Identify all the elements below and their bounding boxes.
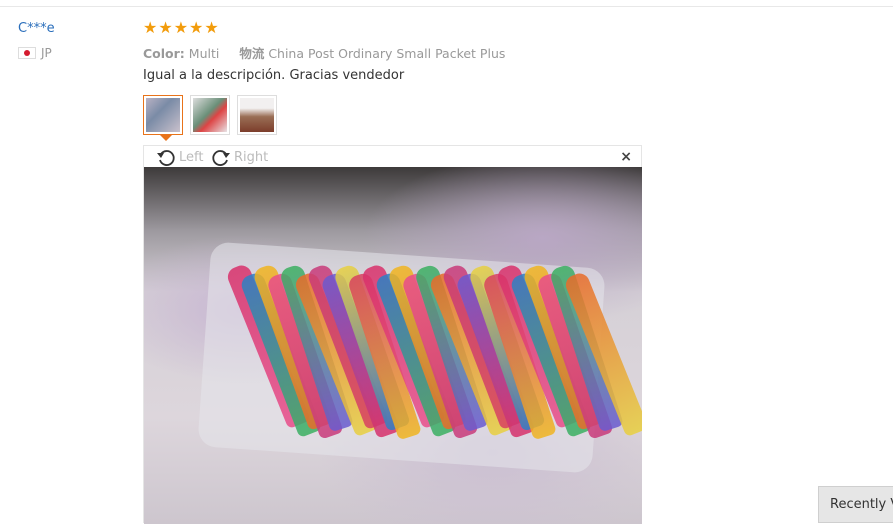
- rotate-left-icon: [157, 150, 175, 166]
- review-photo: [144, 167, 642, 524]
- image-viewer: Left Right ×: [143, 145, 642, 524]
- japan-flag-icon: [18, 47, 36, 59]
- star-icon: ★: [189, 18, 204, 37]
- viewer-toolbar: Left Right ×: [144, 146, 641, 167]
- recently-viewed-button[interactable]: Recently V: [818, 486, 893, 523]
- color-value: Multi: [188, 46, 220, 61]
- rotate-right-icon: [212, 150, 230, 166]
- reviewer-name-link[interactable]: C***e: [18, 21, 55, 36]
- close-icon[interactable]: ×: [620, 149, 632, 165]
- rotate-left-button[interactable]: Left: [155, 147, 203, 167]
- rotate-right-label: Right: [234, 149, 269, 165]
- rotate-left-label: Left: [179, 149, 204, 165]
- thumbnail-1[interactable]: [143, 95, 183, 135]
- reviewer-country: JP: [18, 46, 52, 60]
- star-icon: ★: [143, 18, 158, 37]
- star-icon: ★: [204, 18, 219, 37]
- review-text: Igual a la descripción. Gracias vendedor: [143, 68, 405, 83]
- review-thumbnails: [143, 95, 277, 135]
- color-label: Color:: [143, 46, 185, 61]
- thumbnail-2[interactable]: [190, 95, 230, 135]
- order-attributes: Color: Multi 物流 China Post Ordinary Smal…: [143, 43, 505, 62]
- star-icon: ★: [173, 18, 189, 37]
- rotate-right-button[interactable]: Right: [210, 147, 268, 167]
- divider: [0, 6, 893, 7]
- star-icon: ★: [158, 18, 173, 37]
- shipping-value: China Post Ordinary Small Packet Plus: [268, 46, 506, 61]
- shipping-label: 物流: [239, 46, 265, 61]
- rating-stars: ★ ★ ★ ★ ★: [143, 19, 219, 37]
- thumbnail-3[interactable]: [237, 95, 277, 135]
- country-code: JP: [41, 46, 52, 60]
- active-thumbnail-pointer: [160, 135, 172, 141]
